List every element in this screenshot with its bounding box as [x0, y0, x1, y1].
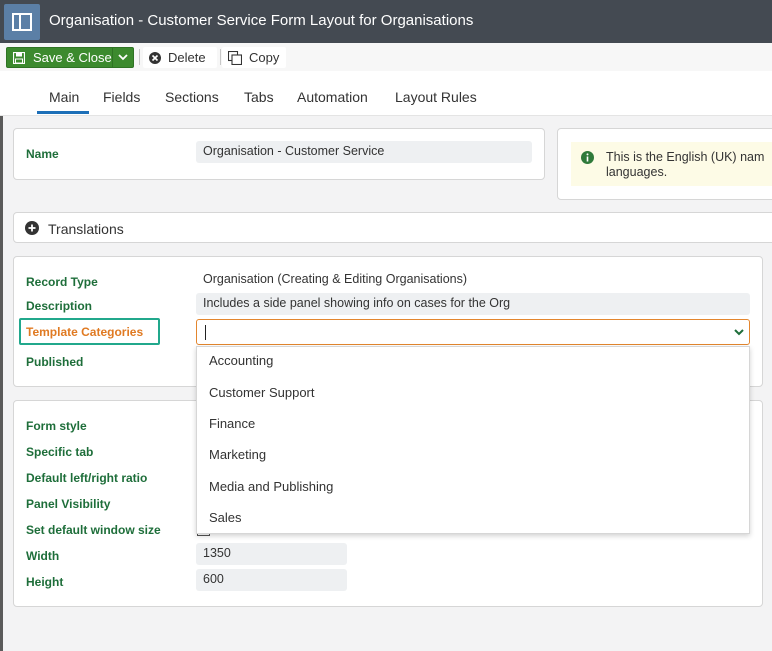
- window-size-label: Set default window size: [26, 523, 161, 537]
- chevron-down-icon[interactable]: [733, 325, 745, 344]
- height-field[interactable]: 600: [196, 569, 347, 591]
- tab-sections[interactable]: Sections: [165, 89, 219, 105]
- form-style-label: Form style: [26, 419, 87, 433]
- chevron-down-icon[interactable]: [112, 48, 133, 67]
- delete-button[interactable]: Delete: [143, 47, 217, 68]
- expand-plus-icon[interactable]: [25, 221, 39, 240]
- dropdown-option[interactable]: Media and Publishing: [209, 479, 333, 494]
- title-bar: Organisation - Customer Service Form Lay…: [0, 0, 772, 43]
- description-field[interactable]: Includes a side panel showing info on ca…: [196, 293, 750, 315]
- width-field[interactable]: 1350: [196, 543, 347, 565]
- copy-label: Copy: [249, 50, 280, 65]
- save-close-button[interactable]: Save & Close: [6, 47, 134, 68]
- ratio-label: Default left/right ratio: [26, 471, 148, 485]
- active-tab-indicator: [37, 111, 89, 114]
- info-text: This is the English (UK) nam languages.: [606, 150, 765, 179]
- translations-panel[interactable]: Translations: [13, 212, 772, 243]
- info-icon: [581, 151, 594, 169]
- dropdown-option[interactable]: Marketing: [209, 447, 266, 462]
- record-type-label: Record Type: [26, 275, 98, 289]
- translations-title: Translations: [48, 221, 124, 237]
- save-close-label: Save & Close: [33, 50, 112, 65]
- published-label: Published: [26, 355, 84, 369]
- copy-icon: [228, 50, 242, 65]
- template-categories-select[interactable]: [196, 319, 750, 345]
- copy-button[interactable]: Copy: [222, 47, 286, 68]
- name-field[interactable]: Organisation - Customer Service: [196, 141, 532, 163]
- height-label: Height: [26, 575, 64, 589]
- tab-fields[interactable]: Fields: [103, 89, 140, 105]
- dropdown-option[interactable]: Finance: [209, 416, 255, 431]
- tab-main[interactable]: Main: [49, 89, 79, 105]
- delete-label: Delete: [168, 50, 206, 65]
- tab-layout-rules[interactable]: Layout Rules: [395, 89, 477, 105]
- panel-visibility-label: Panel Visibility: [26, 497, 111, 511]
- toolbar-separator: [139, 49, 140, 65]
- save-icon: [12, 51, 26, 65]
- specific-tab-label: Specific tab: [26, 445, 94, 459]
- tab-automation[interactable]: Automation: [297, 89, 368, 105]
- tab-bar: Main Fields Sections Tabs Automation Lay…: [0, 71, 772, 116]
- width-label: Width: [26, 549, 60, 563]
- toolbar: Save & Close Delete Copy: [0, 43, 772, 71]
- layout-icon[interactable]: [4, 4, 40, 40]
- toolbar-separator: [220, 49, 221, 65]
- record-type-value: Organisation (Creating & Editing Organis…: [203, 272, 468, 286]
- name-panel: Name Organisation - Customer Service: [13, 128, 545, 180]
- template-categories-dropdown: Accounting Customer Support Finance Mark…: [196, 346, 750, 534]
- dropdown-option[interactable]: Sales: [209, 510, 242, 525]
- delete-icon: [149, 51, 161, 64]
- text-cursor: [205, 325, 206, 340]
- dropdown-option[interactable]: Customer Support: [209, 385, 315, 400]
- description-label: Description: [26, 299, 93, 313]
- tab-tabs[interactable]: Tabs: [244, 89, 274, 105]
- info-note: This is the English (UK) nam languages.: [571, 142, 772, 186]
- window-title: Organisation - Customer Service Form Lay…: [49, 12, 474, 29]
- name-label: Name: [26, 147, 59, 161]
- dropdown-option[interactable]: Accounting: [209, 353, 273, 368]
- left-edge: [0, 43, 3, 651]
- highlight-box: [19, 318, 160, 345]
